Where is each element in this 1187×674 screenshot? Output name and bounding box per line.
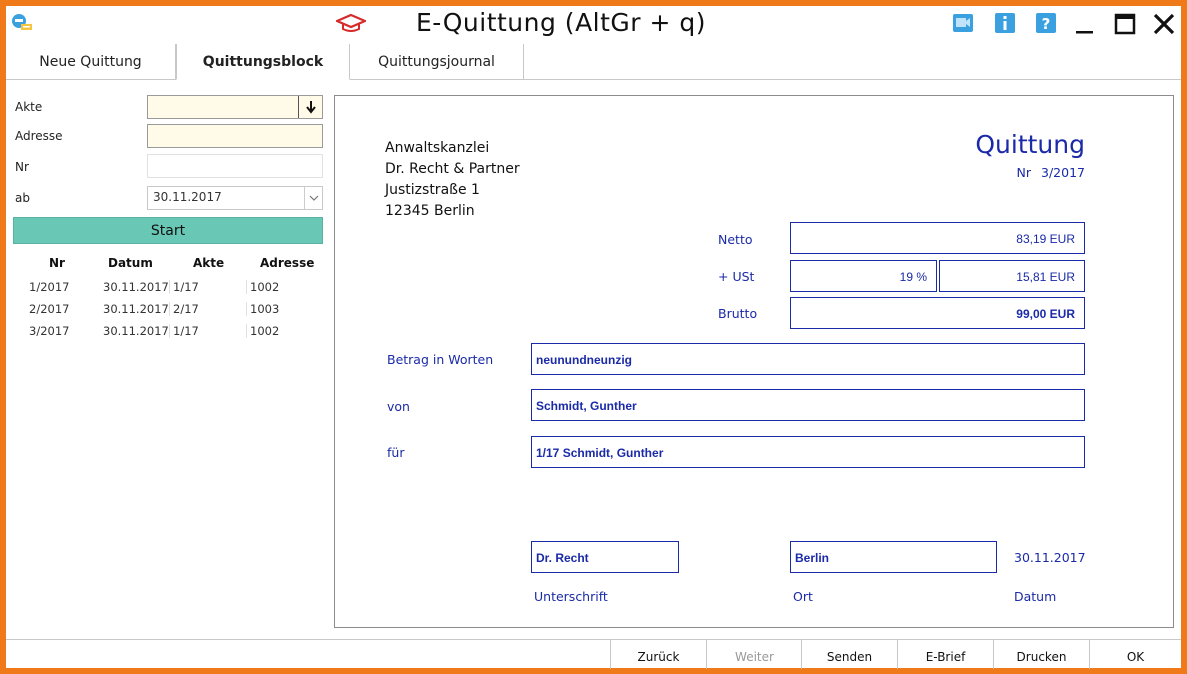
receipt-number-label: Nr <box>1016 165 1032 180</box>
nr-input[interactable] <box>147 154 323 178</box>
table-row[interactable]: 1/2017 30.11.2017 1/17 1002 <box>13 276 323 298</box>
app-window: E-Quittung (AltGr + q) ? Neue Quittung Q… <box>6 6 1181 669</box>
ust-amount-field[interactable]: 15,81 EUR <box>939 260 1085 292</box>
tab-neue-quittung[interactable]: Neue Quittung <box>6 44 176 80</box>
ort-field[interactable]: Berlin <box>790 541 997 573</box>
chevron-down-icon[interactable] <box>304 187 322 209</box>
akte-label: Akte <box>15 100 43 114</box>
sender-line: Anwaltskanzlei <box>385 140 490 156</box>
start-button[interactable]: Start <box>13 217 323 244</box>
table-row[interactable]: 2/2017 30.11.2017 2/17 1003 <box>13 298 323 320</box>
graduation-cap-icon[interactable] <box>334 12 368 34</box>
datum-label: Datum <box>1014 589 1057 604</box>
adresse-label: Adresse <box>15 129 63 143</box>
window-title: E-Quittung (AltGr + q) <box>416 8 707 37</box>
brutto-label: Brutto <box>718 306 758 321</box>
minimize-icon[interactable] <box>1070 10 1098 38</box>
bottom-button-bar: Zurück Weiter Senden E-Brief Drucken OK <box>6 639 1181 669</box>
cell-datum: 30.11.2017 <box>103 324 169 338</box>
fuer-label: für <box>387 445 405 460</box>
netto-label: Netto <box>718 232 753 247</box>
close-icon[interactable] <box>1150 10 1178 38</box>
arrow-down-icon[interactable] <box>298 96 322 118</box>
ab-label: ab <box>15 191 30 205</box>
cell-adresse: 1003 <box>246 302 279 316</box>
receipt-number-value: 3/2017 <box>1041 165 1085 180</box>
cell-akte: 1/17 <box>169 280 199 294</box>
sender-address: Anwaltskanzlei Dr. Recht & Partner Justi… <box>385 138 520 222</box>
tab-quittungsblock[interactable]: Quittungsblock <box>176 44 350 80</box>
ab-date-value: 30.11.2017 <box>153 190 222 204</box>
fuer-field[interactable]: 1/17 Schmidt, Gunther <box>531 436 1085 468</box>
column-header-adresse[interactable]: Adresse <box>260 256 314 270</box>
von-field[interactable]: Schmidt, Gunther <box>531 389 1085 421</box>
weiter-button[interactable]: Weiter <box>706 640 802 669</box>
netto-field[interactable]: 83,19 EUR <box>790 222 1085 254</box>
table-row[interactable]: 3/2017 30.11.2017 1/17 1002 <box>13 320 323 342</box>
receipt-number: Nr 3/2017 <box>1017 165 1085 180</box>
e-brief-button[interactable]: E-Brief <box>897 640 993 669</box>
ust-label: + USt <box>718 269 755 284</box>
ok-button[interactable]: OK <box>1089 640 1181 669</box>
ab-date-picker[interactable]: 30.11.2017 <box>147 186 323 210</box>
cell-datum: 30.11.2017 <box>103 280 169 294</box>
receipt-title: Quittung <box>975 130 1085 159</box>
adresse-input[interactable] <box>147 124 323 148</box>
column-header-datum[interactable]: Datum <box>108 256 153 270</box>
title-bar: E-Quittung (AltGr + q) ? <box>6 6 1181 44</box>
cell-akte: 2/17 <box>169 302 199 316</box>
unterschrift-label: Unterschrift <box>534 589 608 604</box>
receipt-preview: Anwaltskanzlei Dr. Recht & Partner Justi… <box>334 95 1174 628</box>
ust-rate-field[interactable]: 19 % <box>790 260 937 292</box>
betrag-in-worten-field[interactable]: neunundneunzig <box>531 343 1085 375</box>
svg-text:?: ? <box>1042 15 1051 33</box>
info-icon[interactable] <box>994 12 1016 34</box>
nr-label: Nr <box>15 160 29 174</box>
cell-adresse: 1002 <box>246 324 279 338</box>
betrag-in-worten-label: Betrag in Worten <box>387 352 494 367</box>
tab-bar: Neue Quittung Quittungsblock Quittungsjo… <box>6 44 1181 80</box>
ort-label: Ort <box>793 589 813 604</box>
von-label: von <box>387 399 410 414</box>
tab-quittungsjournal[interactable]: Quittungsjournal <box>350 44 524 80</box>
sender-line: Dr. Recht & Partner <box>385 161 520 177</box>
video-icon[interactable] <box>952 12 974 34</box>
brutto-field[interactable]: 99,00 EUR <box>790 297 1085 329</box>
datum-value: 30.11.2017 <box>1014 550 1086 565</box>
app-logo-icon <box>10 12 34 34</box>
akte-dropdown[interactable] <box>147 95 323 119</box>
column-header-nr[interactable]: Nr <box>49 256 65 270</box>
cell-adresse: 1002 <box>246 280 279 294</box>
sender-line: 12345 Berlin <box>385 203 475 219</box>
cell-datum: 30.11.2017 <box>103 302 169 316</box>
column-header-akte[interactable]: Akte <box>193 256 224 270</box>
zurueck-button[interactable]: Zurück <box>610 640 706 669</box>
cell-nr: 3/2017 <box>29 324 70 338</box>
cell-nr: 1/2017 <box>29 280 70 294</box>
cell-nr: 2/2017 <box>29 302 70 316</box>
unterschrift-field[interactable]: Dr. Recht <box>531 541 679 573</box>
sender-line: Justizstraße 1 <box>385 182 480 198</box>
maximize-icon[interactable] <box>1111 10 1139 38</box>
senden-button[interactable]: Senden <box>801 640 897 669</box>
cell-akte: 1/17 <box>169 324 199 338</box>
drucken-button[interactable]: Drucken <box>993 640 1089 669</box>
help-icon[interactable]: ? <box>1035 12 1057 34</box>
